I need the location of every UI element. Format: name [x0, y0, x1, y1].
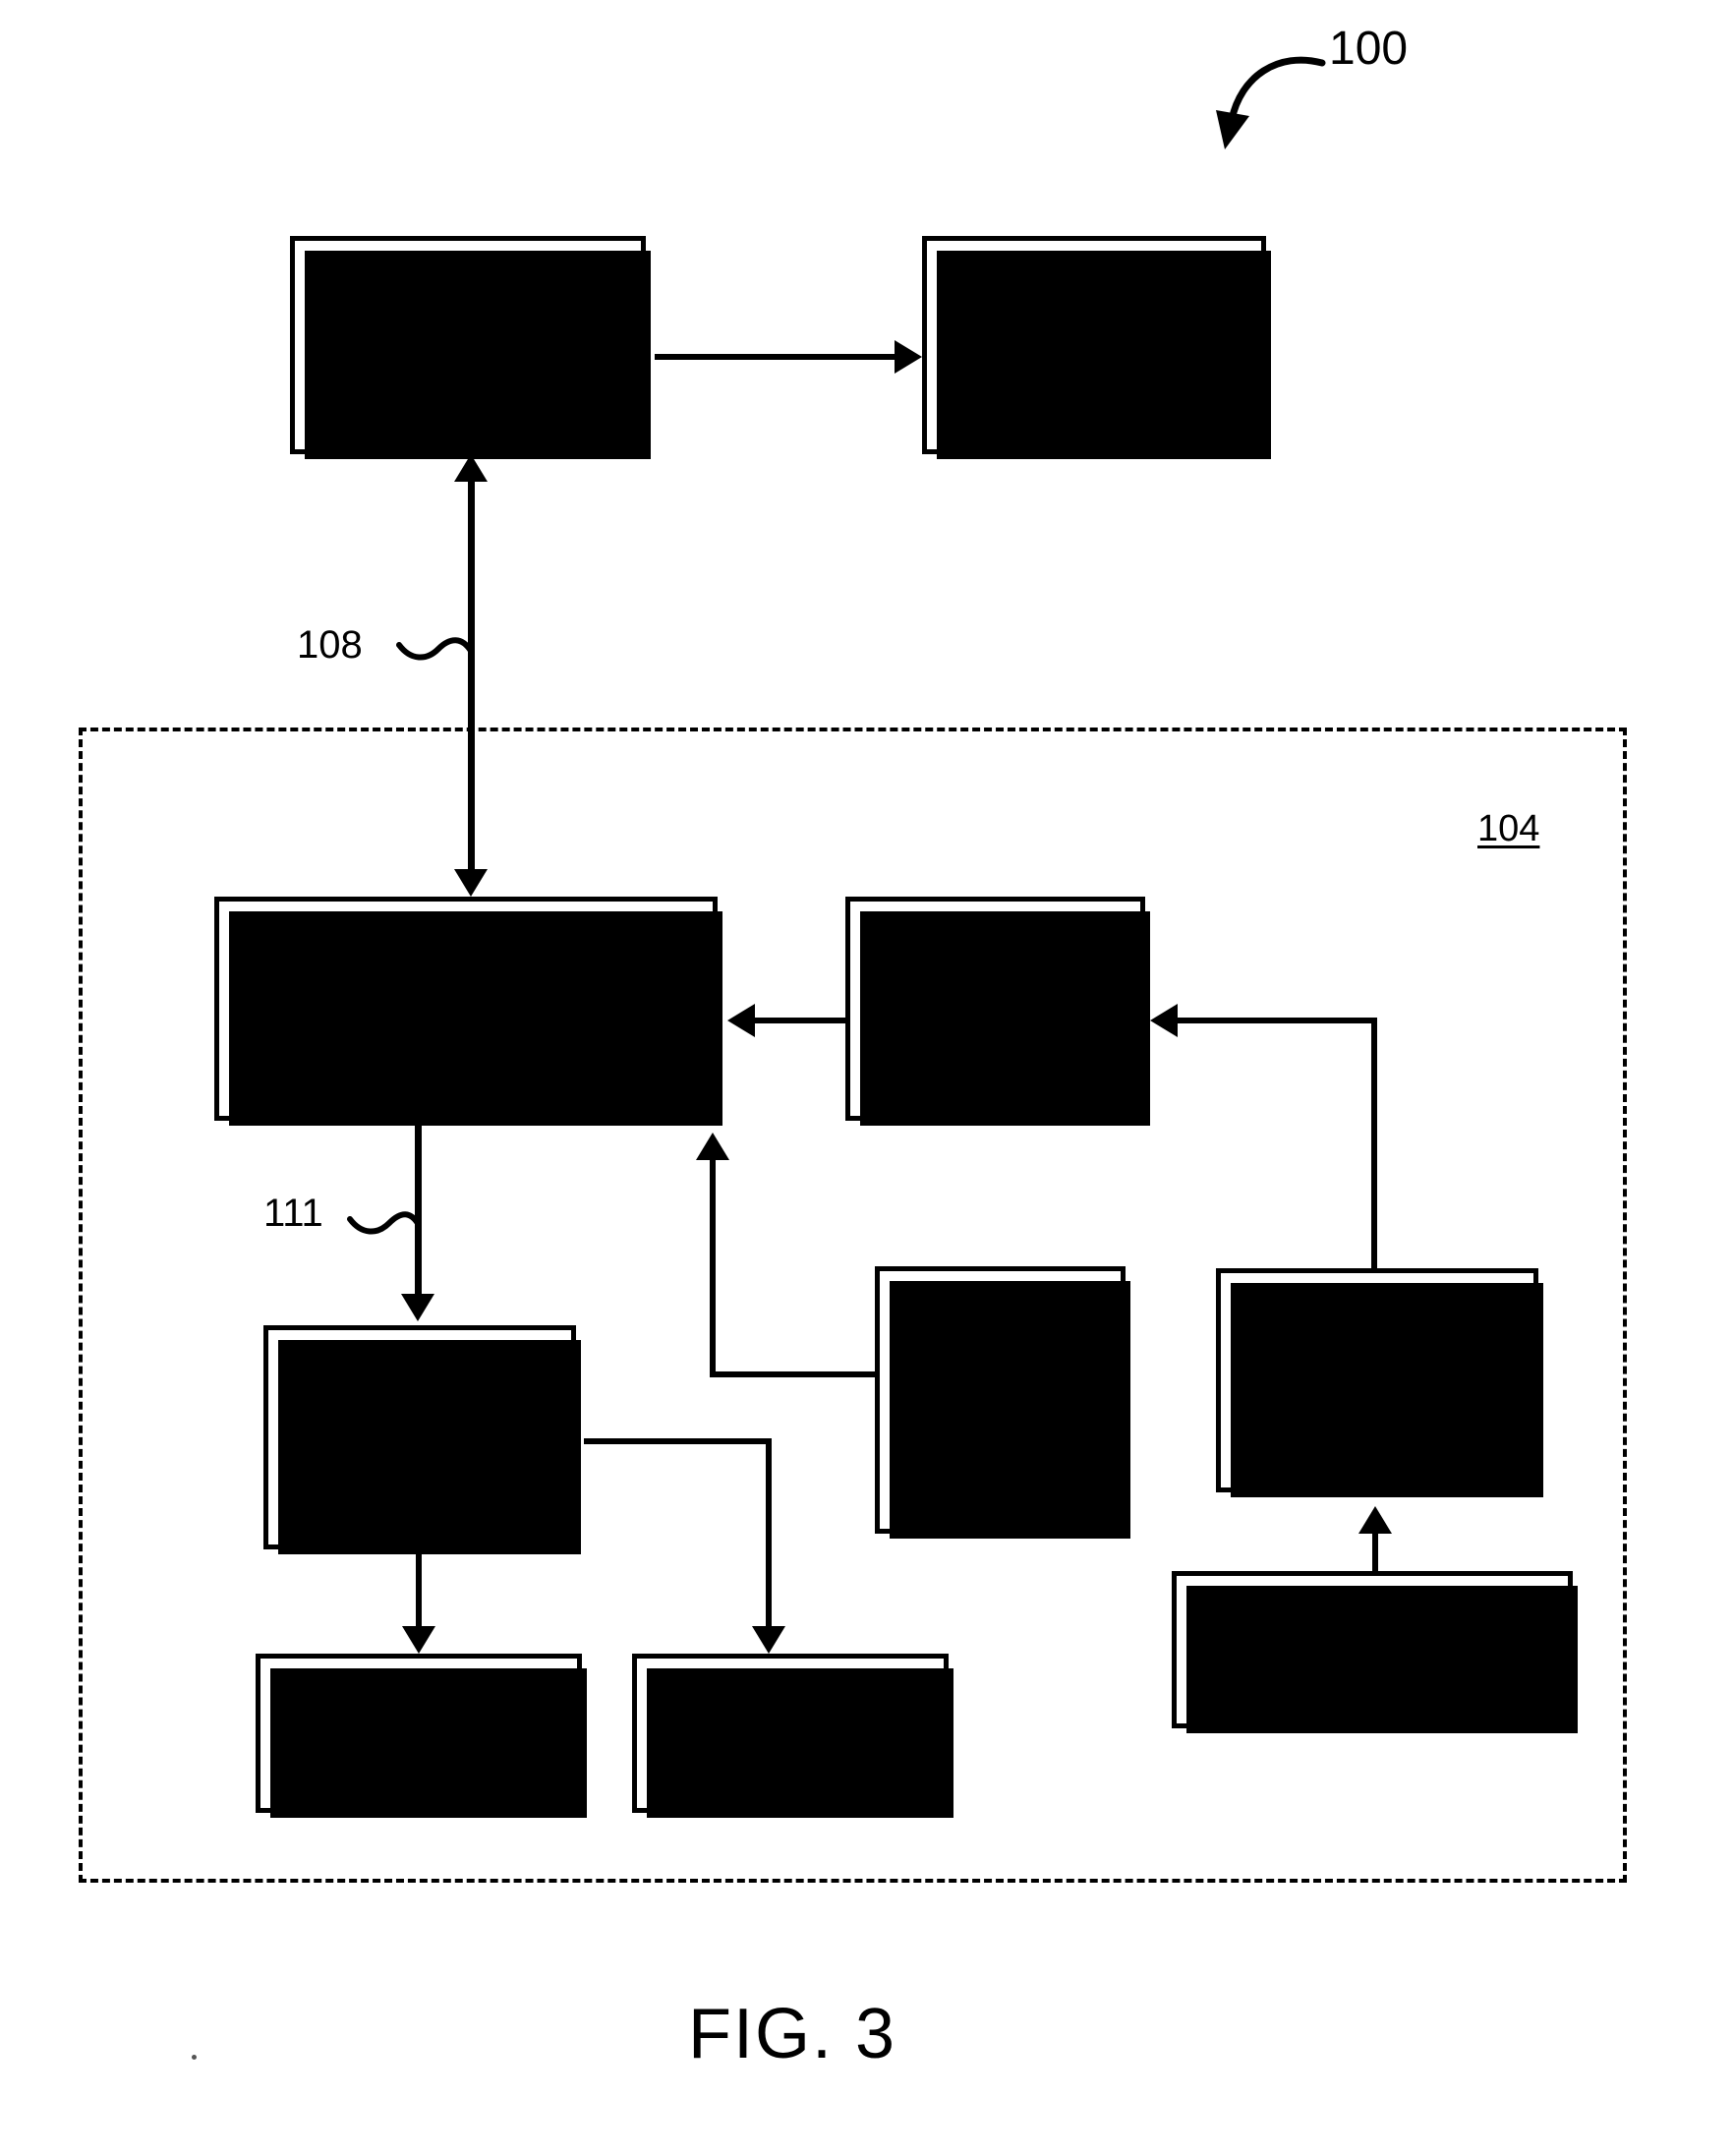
connector-host-to-microprocessor	[468, 480, 475, 871]
display-device-ref: 106	[1063, 365, 1126, 406]
actuator-120-ref: 120	[387, 1733, 450, 1775]
figure-caption: FIG. 3	[688, 1995, 897, 2073]
scan-speck	[192, 2055, 197, 2060]
actuator-120-line1: ACTUATOR	[319, 1692, 518, 1733]
node-display-device[interactable]: DISPLAY DEVICE 106	[922, 236, 1271, 459]
arrowhead-bus-to-microprocessor	[454, 869, 488, 897]
node-host-computer[interactable]: HOST COMPUTER 102	[290, 236, 651, 459]
arrowhead-sensorinterface-to-microprocessor	[727, 1004, 755, 1037]
actuator-interface-line1: ACTUATOR	[320, 1376, 519, 1418]
host-computer-line1: HOST	[417, 284, 519, 325]
node-actuator-interface[interactable]: ACTUATOR INTERFACE 124	[263, 1325, 581, 1554]
arrowhead-manipulation-to-sensors	[1358, 1506, 1392, 1534]
squiggle-leader-108	[396, 637, 474, 661]
node-actuator-122[interactable]: ACTUATOR 122	[632, 1654, 953, 1818]
arrowhead-actuatorinterface-to-actuator120	[402, 1626, 435, 1654]
manipulation-ref: 114	[1343, 1649, 1402, 1690]
other-input-ref: 126	[969, 1420, 1031, 1461]
sensors-line1: SENSORS	[1287, 1339, 1468, 1380]
node-other-input[interactable]: OTHER INPUT 126	[875, 1266, 1130, 1539]
patent-figure-page: 104 100 HOST COMPUTER 102 DISPLAY DEVICE…	[0, 0, 1733, 2156]
node-local-microprocessor[interactable]: LOCAL MICROPROCESSOR 110	[214, 897, 722, 1126]
connector-otherinput-vertical	[710, 1160, 716, 1376]
actuator-122-ref: 122	[759, 1733, 822, 1775]
connector-otherinput-horizontal	[710, 1371, 879, 1377]
connector-actuatorinterface-to-actuator120	[416, 1553, 422, 1628]
connector-actuatorinterface-to-actuator122-horizontal	[584, 1438, 771, 1444]
arrowhead-actuatorinterface-to-actuator122	[752, 1626, 785, 1654]
sensor-interface-ref: 116	[965, 1028, 1025, 1070]
display-device-line1: DISPLAY	[1017, 284, 1171, 325]
curved-leader-100	[1228, 56, 1326, 124]
arrowhead-host-to-display	[895, 340, 922, 374]
node-sensors[interactable]: SENSORS 112	[1216, 1268, 1543, 1497]
local-microprocessor-line1: LOCAL	[405, 948, 527, 989]
other-input-line1: OTHER	[936, 1339, 1065, 1380]
connector-manipulation-to-sensors	[1372, 1534, 1378, 1575]
arrowhead-microprocessor-to-actuatorinterface	[401, 1294, 434, 1321]
other-input-line2: INPUT	[945, 1377, 1056, 1419]
system-ref-100: 100	[1329, 23, 1409, 75]
sensor-interface-line1: SENSOR	[917, 948, 1073, 989]
node-manipulation[interactable]: MANIPULATION 114	[1172, 1571, 1578, 1733]
actuator-interface-line2: INTERFACE	[317, 1415, 523, 1456]
connector-microprocessor-to-actuatorinterface	[415, 1123, 422, 1296]
connector-sensorinterface-to-microprocessor	[755, 1018, 848, 1023]
local-microprocessor-ref: 110	[436, 1028, 495, 1070]
bus-ref-108: 108	[297, 623, 363, 667]
region-ref-104: 104	[1477, 808, 1540, 849]
connector-sensors-horizontal	[1178, 1018, 1374, 1023]
local-microprocessor-line2: MICROPROCESSOR	[287, 986, 645, 1027]
node-sensor-interface[interactable]: SENSOR INTERFACE 116	[845, 897, 1150, 1126]
arrowhead-leader-100	[1216, 110, 1249, 149]
host-computer-line2: COMPUTER	[363, 322, 573, 364]
connector-host-to-display	[655, 354, 898, 360]
connector-sensors-vertical	[1371, 1018, 1377, 1271]
node-actuator-120[interactable]: ACTUATOR 120	[256, 1654, 587, 1818]
sensors-ref: 112	[1348, 1380, 1407, 1422]
display-device-line2: DEVICE	[1025, 322, 1163, 364]
connector-actuatorinterface-to-actuator122-vertical	[766, 1438, 772, 1628]
manipulation-line1: MANIPULATION	[1242, 1609, 1502, 1649]
arrowhead-sensors-to-sensorinterface	[1150, 1004, 1178, 1037]
actuator-interface-ref: 124	[388, 1457, 451, 1498]
actuator-122-line1: ACTUATOR	[691, 1692, 890, 1733]
bus-ref-111: 111	[263, 1192, 323, 1235]
host-computer-ref: 102	[436, 365, 499, 406]
arrowhead-otherinput-to-microprocessor	[696, 1133, 729, 1160]
sensor-interface-line2: INTERFACE	[892, 986, 1099, 1027]
